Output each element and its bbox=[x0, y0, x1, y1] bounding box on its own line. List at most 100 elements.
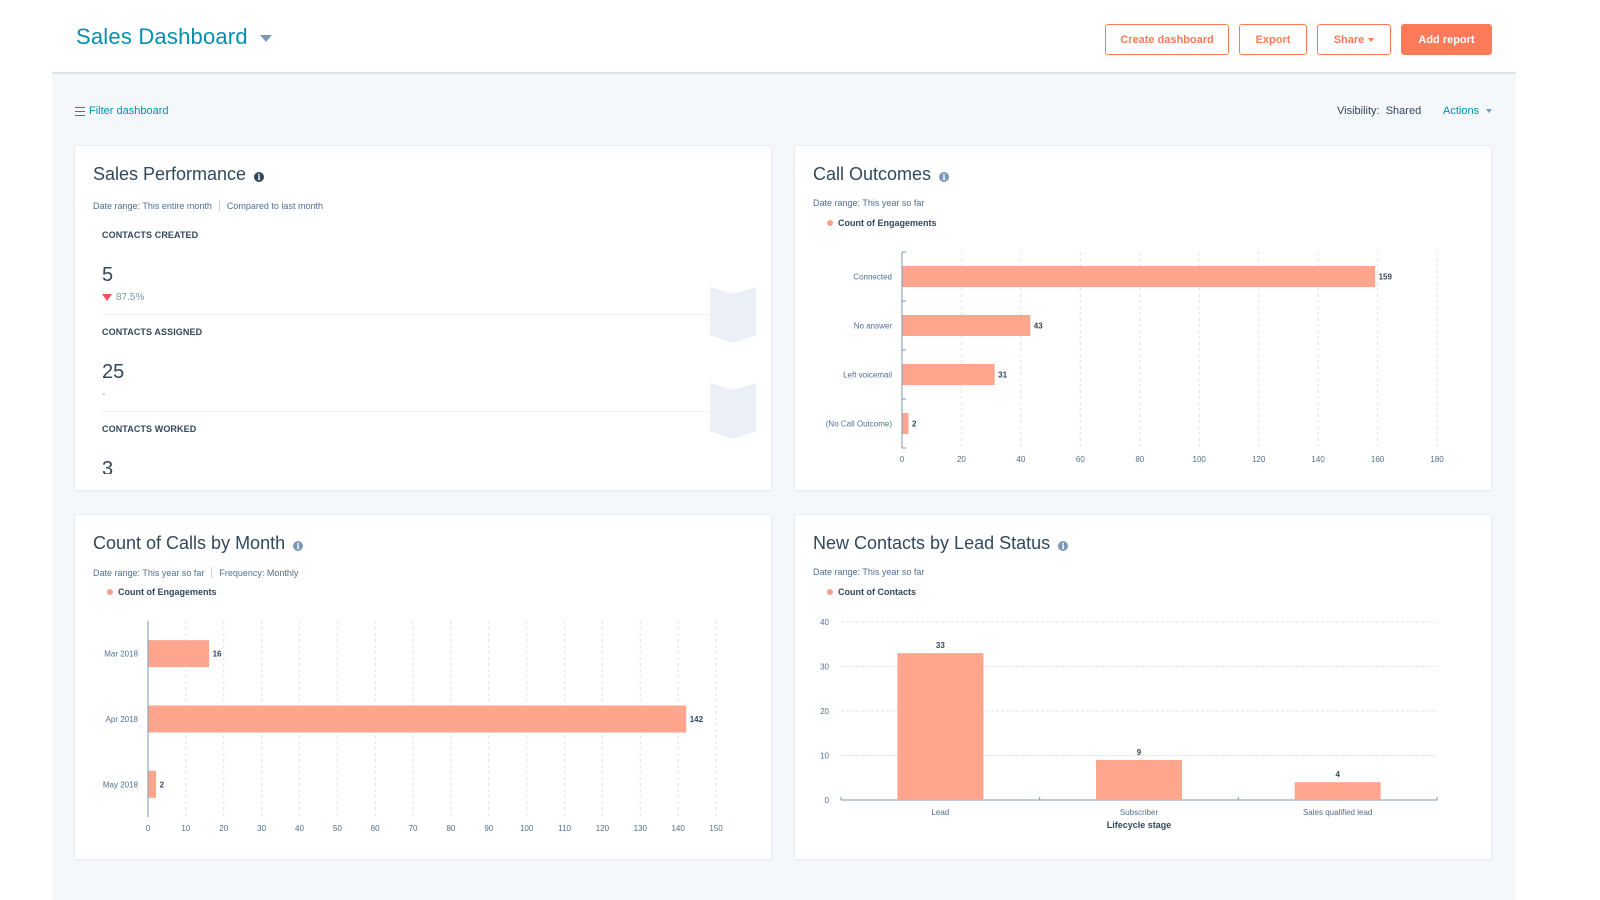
x-tick-label: 110 bbox=[558, 824, 571, 833]
x-tick-label: 20 bbox=[219, 824, 228, 833]
y-tick-label: No answer bbox=[854, 322, 893, 331]
filter-dashboard-label: Filter dashboard bbox=[89, 105, 169, 117]
lead-status-chart: 0 10 20 30 40 33 Lead 9 Subscriber 4 Sales qualifi… bbox=[820, 618, 1438, 830]
card-meta: Date range: This entire month Compared t… bbox=[93, 200, 323, 211]
visibility-label: Visibility: bbox=[1337, 105, 1380, 117]
x-tick-label: 140 bbox=[671, 824, 685, 833]
y-tick-label: Left voicemail bbox=[843, 371, 892, 380]
x-tick-label: 100 bbox=[520, 824, 534, 833]
divider bbox=[102, 314, 712, 315]
y-tick-label: 20 bbox=[820, 707, 829, 716]
x-tick-label: Lead bbox=[931, 808, 949, 817]
visibility-value: Shared bbox=[1385, 105, 1422, 117]
bar bbox=[148, 770, 157, 798]
x-tick-label: 80 bbox=[1135, 455, 1144, 464]
add-report-label: Add report bbox=[1418, 33, 1475, 46]
dashboard-selector[interactable]: Sales Dashboard bbox=[76, 24, 272, 50]
x-tick-label: 80 bbox=[446, 824, 455, 833]
x-tick-label: 10 bbox=[181, 824, 190, 833]
x-tick-label: 100 bbox=[1193, 455, 1207, 464]
x-tick-label: 0 bbox=[900, 455, 905, 464]
data-label: 33 bbox=[936, 641, 945, 650]
x-tick-label: 50 bbox=[333, 824, 342, 833]
lead-status-card: New Contacts by Lead Status i Date range:… bbox=[794, 514, 1492, 860]
bar bbox=[148, 640, 210, 668]
x-tick-label: Subscriber bbox=[1120, 808, 1159, 817]
y-tick-label: Mar 2018 bbox=[104, 650, 138, 659]
y-tick-label: 0 bbox=[825, 796, 830, 805]
visibility-status: Visibility: Shared bbox=[1337, 105, 1421, 117]
kpi-value: 3 bbox=[102, 458, 114, 474]
kpi-change: - bbox=[102, 389, 105, 400]
actions-dropdown[interactable]: Actions bbox=[1443, 105, 1493, 117]
x-tick-label: 130 bbox=[634, 824, 648, 833]
kpi-label: CONTACTS WORKED bbox=[102, 424, 197, 434]
data-label: 9 bbox=[1137, 748, 1142, 757]
filter-dashboard-link[interactable]: Filter dashboard bbox=[75, 105, 169, 117]
comparison: Compared to last month bbox=[226, 200, 323, 211]
x-tick-label: 160 bbox=[1371, 455, 1385, 464]
share-label: Share bbox=[1333, 33, 1365, 46]
call-outcomes-card: Call Outcomes i Date range: This year so … bbox=[794, 145, 1492, 491]
data-label: 159 bbox=[1379, 273, 1393, 282]
data-label: 43 bbox=[1034, 322, 1043, 331]
x-tick-label: 90 bbox=[484, 824, 493, 833]
x-tick-label: 120 bbox=[1252, 455, 1266, 464]
export-label: Export bbox=[1255, 33, 1291, 46]
bar bbox=[1096, 759, 1182, 800]
x-tick-label: 180 bbox=[1430, 455, 1444, 464]
info-icon[interactable]: i bbox=[254, 171, 265, 182]
add-report-button[interactable]: Add report bbox=[1401, 24, 1492, 55]
y-tick-label: (No Call Outcome) bbox=[826, 420, 893, 429]
y-tick-label: 10 bbox=[820, 752, 829, 761]
kpi-label: CONTACTS ASSIGNED bbox=[102, 327, 203, 337]
export-button[interactable]: Export bbox=[1239, 24, 1307, 55]
x-tick-label: 120 bbox=[596, 824, 610, 833]
date-range: Date range: This entire month bbox=[93, 200, 212, 211]
bar bbox=[897, 653, 984, 800]
divider bbox=[102, 411, 712, 412]
filter-sliders-icon bbox=[75, 106, 85, 116]
down-triangle-icon bbox=[102, 294, 112, 301]
data-label: 2 bbox=[912, 420, 917, 429]
y-tick-label: May 2018 bbox=[103, 780, 139, 789]
bar bbox=[902, 413, 909, 434]
page-header: Sales Dashboard Create dashboard Export … bbox=[0, 0, 1600, 72]
create-dashboard-button[interactable]: Create dashboard bbox=[1105, 24, 1229, 55]
x-tick-label: 60 bbox=[1076, 455, 1085, 464]
kpi-change-value: 87.5% bbox=[116, 292, 145, 303]
data-label: 31 bbox=[998, 371, 1007, 380]
x-tick-label: 150 bbox=[709, 824, 723, 833]
data-label: 16 bbox=[213, 650, 222, 659]
data-label: 142 bbox=[690, 715, 704, 724]
x-tick-label: 0 bbox=[146, 824, 151, 833]
call-outcomes-chart: 0 20 40 60 80 100 120 140 160 180 Connected 159 No a… bbox=[826, 251, 1444, 464]
bar bbox=[902, 266, 1376, 287]
calls-by-month-chart: 0 10 20 30 40 50 60 70 80 90 100 110 120 130 140 150 Mar… bbox=[103, 621, 723, 833]
bar bbox=[148, 705, 687, 733]
actions-label: Actions bbox=[1443, 105, 1480, 117]
kpi-label: CONTACTS CREATED bbox=[102, 230, 199, 240]
scroll-marker-icon bbox=[710, 287, 756, 343]
y-tick-label: 30 bbox=[820, 663, 829, 672]
x-tick-label: 40 bbox=[1016, 455, 1025, 464]
scroll-marker-icon bbox=[710, 383, 756, 439]
kpi-change-value: - bbox=[102, 389, 106, 400]
x-tick-label: Sales qualified lead bbox=[1303, 808, 1372, 817]
x-tick-label: 20 bbox=[957, 455, 966, 464]
card-title: Sales Performance i bbox=[93, 164, 265, 185]
caret-down-icon bbox=[1486, 109, 1493, 113]
y-tick-label: Connected bbox=[853, 273, 892, 282]
caret-down-icon bbox=[1368, 37, 1375, 42]
x-tick-label: 30 bbox=[257, 824, 266, 833]
chevron-down-icon bbox=[259, 35, 272, 42]
y-tick-label: Apr 2018 bbox=[106, 715, 139, 724]
data-label: 4 bbox=[1335, 770, 1340, 779]
card-title-text: Sales Performance bbox=[93, 164, 247, 184]
kpi-value: 5 bbox=[102, 264, 114, 286]
share-button[interactable]: Share bbox=[1317, 24, 1391, 55]
page-title: Sales Dashboard bbox=[76, 24, 248, 49]
data-label: 2 bbox=[160, 780, 165, 789]
y-tick-label: 40 bbox=[820, 618, 829, 627]
x-tick-label: 40 bbox=[295, 824, 304, 833]
